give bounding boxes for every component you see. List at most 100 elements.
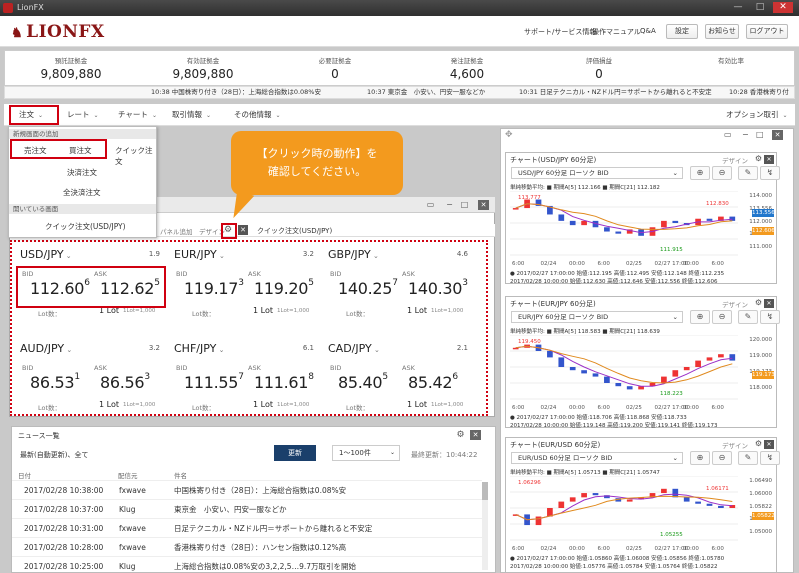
chart-design-link[interactable]: デザイン <box>722 299 748 309</box>
zoom-out-icon[interactable]: ⊖ <box>712 310 732 324</box>
news-row[interactable]: 2017/02/28 10:28:00 fxwave 香港株寄り付き（28日）：ハン… <box>12 537 482 556</box>
chart-design-link[interactable]: デザイン <box>722 155 748 165</box>
close-icon[interactable]: ✕ <box>764 299 774 308</box>
chart-plot[interactable]: 6:00 02/24 00:00 6:00 02/25 02/27 17:0000:00 6… <box>510 335 738 413</box>
maximize-button[interactable]: □ <box>750 2 770 13</box>
settle-order-item[interactable]: 決済注文 <box>67 167 97 178</box>
news-filter[interactable]: 最新(自動更新)、全て <box>20 450 88 460</box>
settle-all-item[interactable]: 全決済注文 <box>63 187 101 198</box>
panel-maximize-icon[interactable]: □ <box>756 130 764 139</box>
chevron-down-icon: ⌄ <box>672 169 678 177</box>
manual-link[interactable]: 操作マニュアル <box>592 27 641 37</box>
chart-symbol-select[interactable]: EUR/JPY 60分足 ローソク BID ⌄ <box>511 311 683 323</box>
ticker-item[interactable]: 10:28 香港株寄り付 <box>729 87 789 98</box>
panel-minimize-icon[interactable]: − <box>742 130 749 139</box>
close-button[interactable]: ✕ <box>773 2 793 13</box>
menu-trade-info[interactable]: 取引情報 ⌄ <box>172 109 211 121</box>
indicator-icon[interactable]: ↯ <box>760 310 780 324</box>
drag-handle-icon[interactable]: ✥ <box>505 130 513 140</box>
pencil-icon[interactable]: ✎ <box>738 451 758 465</box>
x-tick-label: 00:00 <box>569 261 585 267</box>
candle <box>615 231 622 234</box>
logout-button[interactable]: ログアウト <box>746 24 788 39</box>
chart-footer-current: 2017/02/28 10:00:00 始値:119.148 高値:119.20… <box>510 423 718 429</box>
y-tick-label: 120.000 <box>749 337 772 343</box>
gear-icon[interactable]: ⚙ <box>455 430 466 440</box>
chart-symbol-select[interactable]: USD/JPY 60分足 ローソク BID ⌄ <box>511 167 683 179</box>
notice-button[interactable]: お知らせ <box>705 24 739 39</box>
news-ticker[interactable]: 10:38 中国株寄り付き（28日）：上海総合指数は0.08%安 10:37 東… <box>4 86 795 99</box>
pencil-icon[interactable]: ✎ <box>738 166 758 180</box>
news-scrollbar[interactable] <box>482 482 488 570</box>
candle <box>581 493 587 498</box>
zoom-out-icon[interactable]: ⊖ <box>712 166 732 180</box>
x-tick-label: 02/25 <box>626 261 642 267</box>
chart-legend: 単純移動平均: ■ 期間A[5] 118.583 ■ 期間C[21] 118.6… <box>510 329 660 335</box>
menu-option-trade[interactable]: オプション取引 ⌄ <box>726 109 788 121</box>
close-icon[interactable]: ✕ <box>764 155 774 164</box>
candle <box>672 220 679 223</box>
chart-title: チャート(EUR/USD 60分足) <box>510 441 601 449</box>
news-last-update: 最終更新：10:44:22 <box>411 451 478 459</box>
news-row[interactable]: 2017/02/28 10:25:00 Klug 上海総合指数は0.08%安の3,2… <box>12 556 482 573</box>
main-menu: 注文 ⌄ レート ⌄ チャート ⌄ 取引情報 ⌄ その他情報 ⌄ オプション取引 ⌄ <box>4 104 795 126</box>
ticker-item[interactable]: 10:37 東京金 小安い、円安一服などか <box>367 87 485 98</box>
panel-close-icon[interactable]: ✕ <box>772 130 783 140</box>
indicator-icon[interactable]: ↯ <box>760 166 780 180</box>
gear-icon[interactable]: ⚙ <box>755 439 762 448</box>
chart-symbol-select[interactable]: EUR/USD 60分足 ローソク BID ⌄ <box>511 452 683 464</box>
close-icon[interactable]: ✕ <box>470 430 481 440</box>
panel-add-tab[interactable]: パネル追加 <box>160 226 193 236</box>
zoom-in-icon[interactable]: ⊕ <box>690 310 710 324</box>
news-row[interactable]: 2017/02/28 10:37:00 Klug 東京金 小安い、円安一服などか <box>12 499 482 518</box>
ticker-item[interactable]: 10:38 中国株寄り付き（28日）：上海総合指数は0.08%安 <box>151 87 321 98</box>
candle <box>592 493 599 496</box>
candle <box>547 351 553 358</box>
indicator-icon[interactable]: ↯ <box>760 451 780 465</box>
ticker-item[interactable]: 10:31 日足テクニカル・NZドル円＝サポートから離れると不安定 <box>519 87 712 98</box>
news-row[interactable]: 2017/02/28 10:31:00 fxwave 日足テクニカル・NZドル円＝サ… <box>12 518 482 537</box>
news-update-button[interactable]: 更新 <box>274 445 316 461</box>
summary-ratio: 有効比率 <box>718 57 744 65</box>
chart-plot[interactable]: 6:00 02/24 00:00 6:00 02/25 02/27 17:0000:00 6… <box>510 191 738 269</box>
candle <box>695 360 701 367</box>
support-link[interactable]: サポート/サービス情報 <box>524 27 596 37</box>
settings-button[interactable]: 設定 <box>666 24 698 39</box>
panel-close-icon[interactable]: ✕ <box>478 200 489 210</box>
menu-rate[interactable]: レート ⌄ <box>67 109 99 121</box>
panel-maximize-icon[interactable]: □ <box>459 200 470 210</box>
panel-menu-icon[interactable]: ▭ <box>724 130 732 139</box>
app-window: { "window":{"title":"LionFX","min":"—","… <box>0 0 799 573</box>
minimize-button[interactable]: — <box>728 2 748 13</box>
chart-panel: チャート(EUR/JPY 60分足) デザイン ⚙ ✕ EUR/JPY 60分足 ローソ… <box>505 296 780 429</box>
x-tick-label: 6:00 <box>512 261 525 267</box>
close-icon[interactable]: ✕ <box>764 440 774 449</box>
news-row[interactable]: 2017/02/28 10:38:00 fxwave 中国株寄り付き（28日）：上海… <box>12 480 482 499</box>
menu-other-info[interactable]: その他情報 ⌄ <box>234 109 281 121</box>
gear-icon[interactable]: ⚙ <box>755 298 762 307</box>
quick-order-item[interactable]: クイック注文 <box>115 145 156 167</box>
news-range-select[interactable]: 1〜100件 ⌄ <box>332 445 400 461</box>
qa-link[interactable]: Q&A <box>640 27 656 35</box>
menu-chart[interactable]: チャート ⌄ <box>118 109 157 121</box>
news-date: 2017/02/28 10:37:00 <box>24 505 104 514</box>
gear-icon[interactable]: ⚙ <box>755 154 762 163</box>
zoom-in-icon[interactable]: ⊕ <box>690 451 710 465</box>
high-price-tag: 113.556 <box>752 209 775 217</box>
panel-minimize-icon[interactable]: − <box>444 200 455 210</box>
summary-deposit: 預託証拠金 9,809,880 <box>40 57 102 81</box>
panel-menu-icon[interactable]: ▭ <box>425 200 436 210</box>
y-tick-label: 118.000 <box>749 385 772 391</box>
chevron-down-icon: ⌄ <box>275 112 281 119</box>
pencil-icon[interactable]: ✎ <box>738 310 758 324</box>
close-icon[interactable]: ✕ <box>238 225 248 235</box>
news-source: fxwave <box>119 543 146 552</box>
chart-design-link[interactable]: デザイン <box>722 440 748 450</box>
x-tick-label: 00:00 <box>569 405 585 411</box>
zoom-out-icon[interactable]: ⊖ <box>712 451 732 465</box>
open-quick-usdjpy-item[interactable]: クイック注文(USD/JPY) <box>45 221 126 232</box>
news-source: fxwave <box>119 524 146 533</box>
chart-plot[interactable]: 6:00 02/24 00:00 6:00 02/25 02/27 17:0000:00 6… <box>510 476 738 554</box>
zoom-in-icon[interactable]: ⊕ <box>690 166 710 180</box>
usdjpy-price-highlight <box>16 266 166 308</box>
